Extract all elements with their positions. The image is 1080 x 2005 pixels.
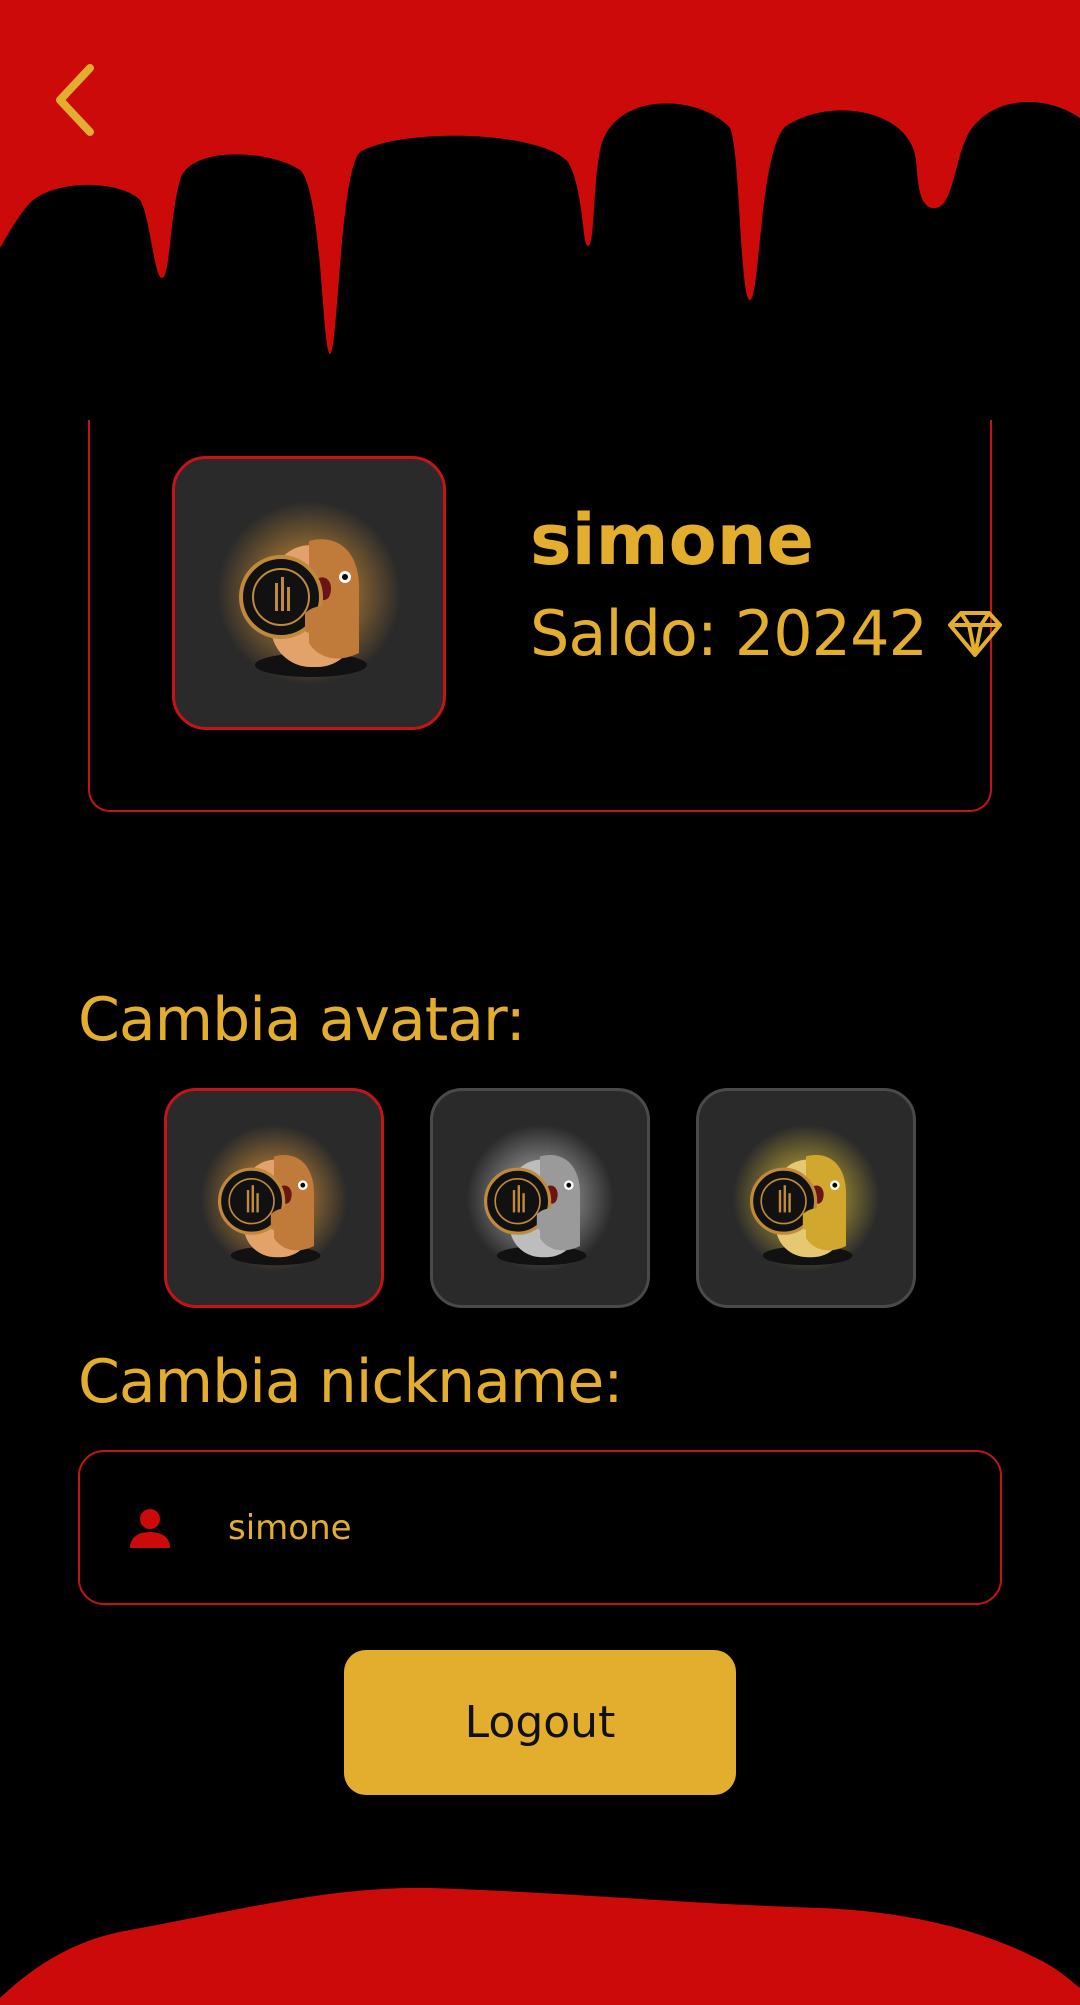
gem-icon — [948, 611, 1002, 657]
bottom-drip-decoration — [0, 1887, 1080, 2005]
avatar-option-silver[interactable] — [430, 1088, 650, 1308]
avatar-image-gold — [732, 1124, 880, 1272]
chevron-left-icon — [56, 64, 94, 136]
avatar-option-gold[interactable] — [696, 1088, 916, 1308]
person-icon — [122, 1500, 178, 1556]
avatar-image-silver — [466, 1124, 614, 1272]
balance-row: Saldo: 20242 — [530, 596, 1003, 672]
balance-label: Saldo: — [530, 597, 718, 670]
avatar-image-orange — [200, 1124, 348, 1272]
logout-button[interactable]: Logout — [344, 1650, 736, 1795]
top-drip-decoration — [0, 0, 1080, 354]
change-avatar-title: Cambia avatar: — [78, 985, 526, 1055]
avatar-option-orange[interactable] — [164, 1088, 384, 1308]
nickname-field — [78, 1450, 1002, 1605]
avatar-image-orange — [217, 501, 401, 685]
nickname-input[interactable] — [228, 1507, 948, 1548]
back-button[interactable] — [40, 60, 110, 140]
profile-avatar — [172, 456, 446, 730]
username: simone — [530, 499, 814, 581]
change-nickname-title: Cambia nickname: — [78, 1347, 624, 1417]
balance-value: 20242 — [734, 597, 928, 670]
